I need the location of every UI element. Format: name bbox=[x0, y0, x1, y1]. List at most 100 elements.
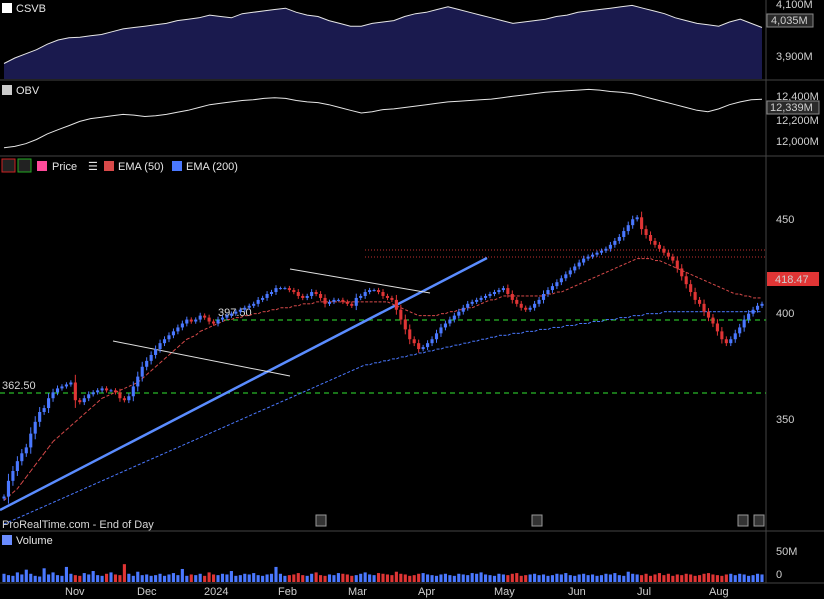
candle bbox=[212, 321, 216, 324]
volume-bar bbox=[680, 575, 684, 582]
info-icon[interactable] bbox=[753, 514, 765, 527]
candle bbox=[11, 471, 15, 481]
candle bbox=[162, 339, 167, 344]
candle bbox=[747, 313, 751, 320]
candle bbox=[595, 252, 599, 255]
candle bbox=[341, 299, 345, 302]
candle bbox=[564, 274, 568, 279]
candle bbox=[426, 343, 430, 348]
zoom-in-icon[interactable] bbox=[17, 158, 32, 173]
candle bbox=[439, 327, 443, 334]
candle bbox=[671, 256, 675, 261]
volume-bar bbox=[595, 575, 599, 582]
volume-bar bbox=[729, 573, 733, 582]
candle bbox=[390, 297, 394, 300]
volume-bar bbox=[671, 575, 675, 582]
volume-bar bbox=[461, 574, 465, 582]
candle bbox=[461, 307, 465, 312]
list-icon[interactable]: ☰ bbox=[88, 161, 98, 173]
candle bbox=[243, 307, 247, 310]
candle bbox=[265, 294, 269, 298]
background bbox=[0, 0, 824, 599]
candle bbox=[421, 347, 425, 350]
candle bbox=[577, 262, 581, 267]
candle bbox=[617, 236, 621, 241]
volume-bar bbox=[203, 575, 207, 582]
candle bbox=[287, 288, 291, 291]
volume-bar bbox=[287, 575, 291, 582]
candle bbox=[269, 292, 274, 294]
volume-bar bbox=[644, 573, 648, 582]
volume-bar bbox=[613, 573, 617, 582]
candle bbox=[492, 292, 497, 294]
volume-bar bbox=[497, 573, 501, 582]
obv-label: OBV bbox=[16, 85, 40, 97]
candle bbox=[631, 219, 635, 226]
candle bbox=[336, 299, 340, 301]
volume-bar bbox=[109, 572, 113, 582]
volume-bar bbox=[426, 574, 430, 582]
candle bbox=[524, 307, 528, 310]
candle bbox=[613, 240, 617, 245]
candle bbox=[684, 276, 688, 285]
volume-bar bbox=[38, 576, 42, 582]
candle bbox=[314, 292, 318, 294]
candle bbox=[194, 319, 198, 322]
candle bbox=[515, 299, 519, 304]
event-icon[interactable] bbox=[737, 514, 749, 527]
volume-bar bbox=[582, 573, 586, 582]
candle bbox=[122, 398, 126, 401]
event-icon[interactable] bbox=[315, 514, 327, 527]
volume-bar bbox=[154, 575, 158, 582]
volume-tick-0: 0 bbox=[776, 569, 782, 581]
obv-tick-mid: 12,200M bbox=[776, 115, 819, 127]
obv-last-value: 12,339M bbox=[770, 102, 813, 114]
obv-swatch[interactable] bbox=[2, 85, 12, 95]
volume-bar bbox=[381, 573, 385, 582]
volume-bar bbox=[292, 574, 296, 582]
candle bbox=[64, 384, 68, 387]
candle bbox=[131, 386, 135, 397]
zoom-out-icon[interactable] bbox=[1, 158, 16, 173]
volume-bar bbox=[238, 575, 242, 582]
event-icon[interactable] bbox=[531, 514, 543, 527]
candle bbox=[541, 294, 546, 300]
legend-ema200: EMA (200) bbox=[186, 161, 238, 173]
candle bbox=[711, 317, 715, 324]
volume-bar bbox=[394, 571, 398, 582]
volume-swatch[interactable] bbox=[2, 535, 12, 545]
candle bbox=[363, 292, 367, 296]
volume-bar bbox=[412, 575, 416, 582]
candle bbox=[702, 303, 706, 312]
x-tick: Aug bbox=[709, 586, 729, 598]
candle bbox=[475, 299, 479, 302]
volume-bar bbox=[256, 575, 260, 582]
volume-bar bbox=[755, 573, 760, 582]
volume-bar bbox=[158, 573, 162, 582]
volume-bar bbox=[573, 575, 577, 582]
volume-bar bbox=[278, 573, 283, 582]
volume-label: Volume bbox=[16, 535, 53, 547]
volume-bar bbox=[555, 573, 559, 582]
candle bbox=[372, 290, 376, 292]
candle bbox=[608, 244, 612, 249]
candle bbox=[742, 319, 746, 328]
volume-bar bbox=[586, 575, 590, 582]
price-swatch[interactable] bbox=[37, 161, 47, 171]
volume-bar bbox=[515, 573, 519, 582]
ema50-swatch[interactable] bbox=[104, 161, 114, 171]
candle bbox=[55, 388, 60, 393]
ema200-swatch[interactable] bbox=[172, 161, 182, 171]
volume-bar bbox=[296, 573, 300, 582]
candle bbox=[283, 288, 287, 290]
candle bbox=[149, 354, 153, 361]
candle bbox=[238, 309, 242, 312]
csvb-swatch[interactable] bbox=[2, 3, 12, 13]
candle bbox=[96, 390, 100, 393]
candle bbox=[635, 217, 639, 220]
candle bbox=[648, 235, 653, 241]
volume-bar bbox=[274, 566, 278, 582]
volume-bar bbox=[341, 573, 345, 582]
candle bbox=[42, 408, 46, 412]
volume-bar bbox=[332, 575, 336, 582]
